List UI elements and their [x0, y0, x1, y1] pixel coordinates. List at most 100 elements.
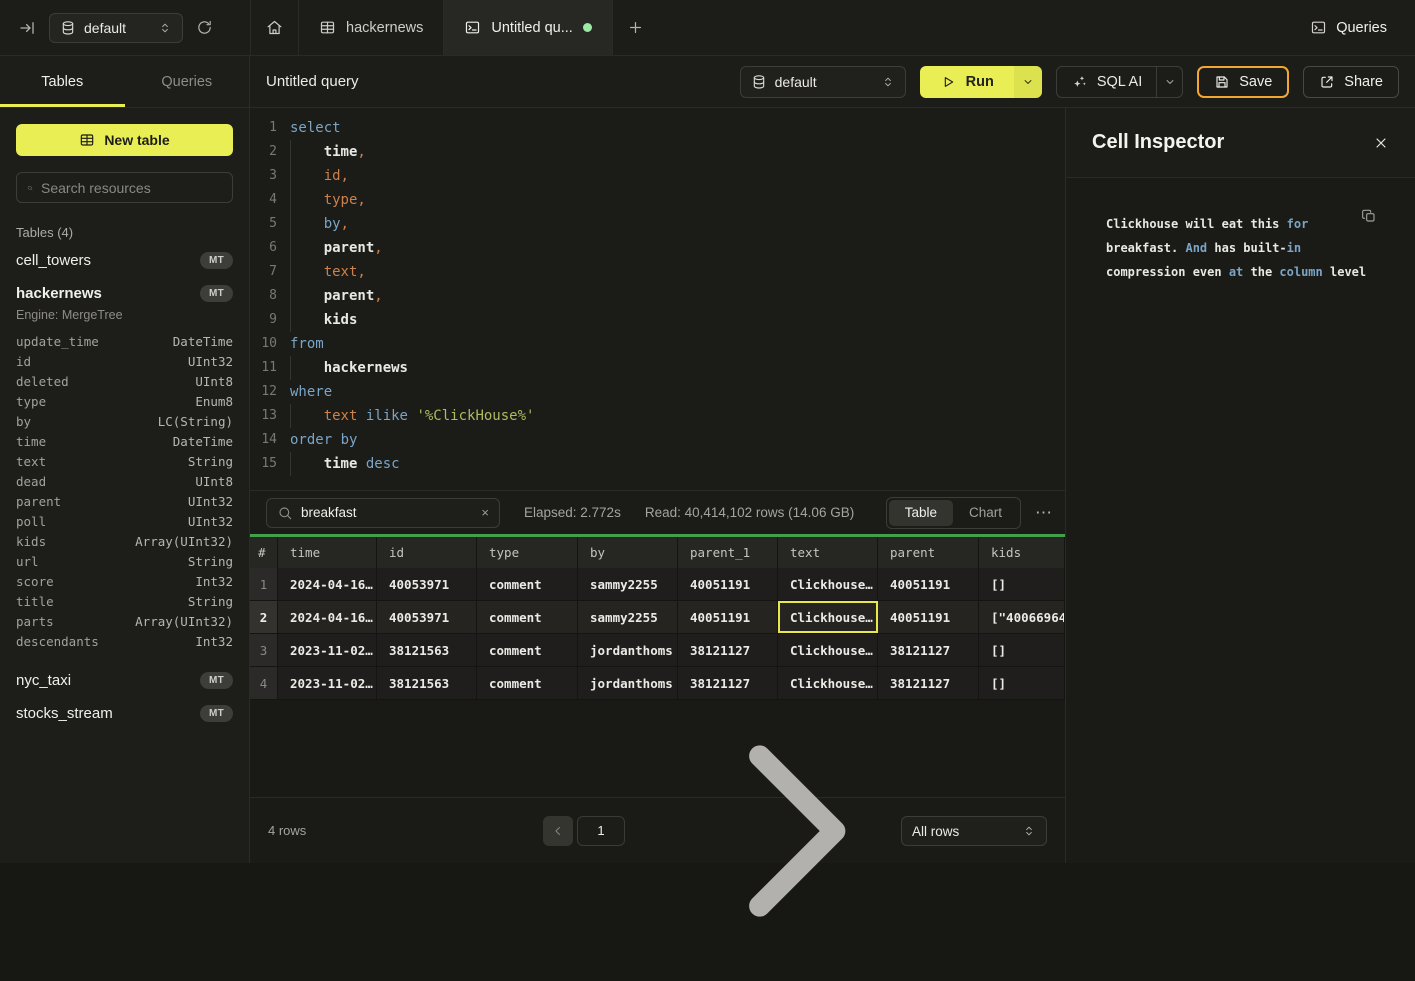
- table-cell[interactable]: 40051191: [878, 568, 979, 600]
- table-item-stocks_stream[interactable]: stocks_streamMT: [16, 697, 233, 730]
- row-number-cell[interactable]: 2: [250, 601, 278, 633]
- close-icon[interactable]: [1373, 135, 1389, 151]
- new-table-button[interactable]: New table: [16, 124, 233, 156]
- table-cell[interactable]: 2023-11-02…: [278, 634, 377, 666]
- schema-column-row: urlString: [16, 552, 233, 572]
- table-cell[interactable]: 40053971: [377, 601, 477, 633]
- sidebar-tab-tables[interactable]: Tables: [0, 56, 125, 107]
- table-cell[interactable]: comment: [477, 667, 578, 699]
- share-icon: [1319, 74, 1335, 90]
- table-cell[interactable]: 2023-11-02…: [278, 667, 377, 699]
- column-header-row-number[interactable]: #: [250, 537, 278, 568]
- table-cell[interactable]: comment: [477, 568, 578, 600]
- table-cell[interactable]: comment: [477, 601, 578, 633]
- column-type: String: [188, 592, 233, 612]
- collapse-sidebar-icon[interactable]: [18, 19, 36, 37]
- page-size-select[interactable]: All rows: [901, 816, 1047, 846]
- table-cell[interactable]: Clickhouse…: [778, 601, 878, 633]
- results-search-input[interactable]: [301, 505, 473, 520]
- table-cell[interactable]: []: [979, 667, 1065, 699]
- editor-line: 8parent,: [250, 284, 1065, 308]
- table-cell[interactable]: 40053971: [377, 568, 477, 600]
- view-toggle-chart[interactable]: Chart: [953, 500, 1018, 526]
- schema-column-row: textString: [16, 452, 233, 472]
- tab-untitled-query[interactable]: Untitled qu...: [444, 0, 612, 55]
- run-options-button[interactable]: [1014, 66, 1042, 98]
- refresh-icon[interactable]: [196, 19, 213, 36]
- unsaved-changes-dot: [583, 23, 592, 32]
- sidebar-tab-queries[interactable]: Queries: [125, 56, 250, 107]
- line-code: type,: [290, 188, 366, 212]
- table-cell[interactable]: []: [979, 568, 1065, 600]
- table-item-nyc_taxi[interactable]: nyc_taxiMT: [16, 664, 233, 697]
- table-cell[interactable]: ["40066964…: [979, 601, 1065, 633]
- table-cell[interactable]: comment: [477, 634, 578, 666]
- column-header-by[interactable]: by: [578, 537, 678, 568]
- tab-label: hackernews: [346, 20, 423, 36]
- column-header-text[interactable]: text: [778, 537, 878, 568]
- share-button[interactable]: Share: [1303, 66, 1399, 98]
- table-cell[interactable]: 38121127: [678, 634, 778, 666]
- run-button[interactable]: Run: [920, 66, 1014, 98]
- column-header-id[interactable]: id: [377, 537, 477, 568]
- table-cell[interactable]: sammy2255: [578, 568, 678, 600]
- column-header-parent[interactable]: parent: [878, 537, 979, 568]
- table-cell[interactable]: 38121127: [878, 634, 979, 666]
- code-token: ,: [341, 216, 349, 232]
- database-icon: [751, 74, 767, 90]
- sql-ai-button[interactable]: SQL AI: [1057, 67, 1156, 97]
- table-cell[interactable]: 40051191: [678, 601, 778, 633]
- line-code: hackernews: [290, 356, 408, 380]
- chevron-left-icon: [551, 824, 565, 838]
- chevron-updown-icon: [1022, 824, 1036, 838]
- column-type: UInt32: [188, 492, 233, 512]
- clear-search-icon[interactable]: ×: [481, 505, 489, 520]
- sidebar-search-input[interactable]: [41, 180, 222, 196]
- table-item-hackernews[interactable]: hackernewsMT: [16, 277, 233, 310]
- editor-line: 6parent,: [250, 236, 1065, 260]
- queries-button[interactable]: Queries: [1310, 19, 1387, 36]
- cell-inspector-title: Cell Inspector: [1092, 131, 1224, 154]
- sql-ai-options-button[interactable]: [1156, 67, 1182, 97]
- schema-column-row: pollUInt32: [16, 512, 233, 532]
- results-footer: 4 rows All rows: [250, 797, 1065, 863]
- view-toggle-table[interactable]: Table: [889, 500, 953, 526]
- table-cell[interactable]: 38121563: [377, 667, 477, 699]
- column-header-kids[interactable]: kids: [979, 537, 1065, 568]
- table-cell[interactable]: 2024-04-16…: [278, 601, 377, 633]
- database-selector-toolbar[interactable]: default: [740, 66, 906, 98]
- table-cell[interactable]: []: [979, 634, 1065, 666]
- table-item-cell_towers[interactable]: cell_towersMT: [16, 244, 233, 277]
- tab-hackernews[interactable]: hackernews: [299, 0, 444, 55]
- code-token: order by: [290, 432, 357, 448]
- copy-icon[interactable]: [1361, 208, 1377, 224]
- row-number-cell[interactable]: 4: [250, 667, 278, 699]
- table-cell[interactable]: 40051191: [878, 601, 979, 633]
- table-cell[interactable]: jordanthoms: [578, 634, 678, 666]
- more-options-icon[interactable]: ⋯: [1035, 503, 1053, 523]
- table-cell[interactable]: Clickhouse…: [778, 634, 878, 666]
- column-header-parent_1[interactable]: parent_1: [678, 537, 778, 568]
- save-button[interactable]: Save: [1197, 66, 1289, 98]
- next-page-button[interactable]: [641, 681, 941, 981]
- page-number-input[interactable]: [578, 817, 624, 845]
- line-number: 3: [250, 164, 277, 188]
- row-number-cell[interactable]: 3: [250, 634, 278, 666]
- sql-editor[interactable]: 1select2time,3id,4type,5by,6parent,7text…: [250, 108, 1065, 490]
- table-cell[interactable]: 40051191: [678, 568, 778, 600]
- line-code: where: [290, 380, 332, 404]
- table-cell[interactable]: sammy2255: [578, 601, 678, 633]
- row-number-cell[interactable]: 1: [250, 568, 278, 600]
- column-header-time[interactable]: time: [278, 537, 377, 568]
- table-cell[interactable]: Clickhouse…: [778, 568, 878, 600]
- database-selector-top[interactable]: default: [49, 13, 183, 43]
- table-cell[interactable]: 38121563: [377, 634, 477, 666]
- tab-home[interactable]: [251, 0, 299, 55]
- table-cell[interactable]: 2024-04-16…: [278, 568, 377, 600]
- line-code: time desc: [290, 452, 400, 476]
- column-type: UInt32: [188, 352, 233, 372]
- new-tab-button[interactable]: [613, 0, 659, 55]
- column-header-type[interactable]: type: [477, 537, 578, 568]
- prev-page-button[interactable]: [543, 816, 573, 846]
- column-type: UInt8: [195, 372, 233, 392]
